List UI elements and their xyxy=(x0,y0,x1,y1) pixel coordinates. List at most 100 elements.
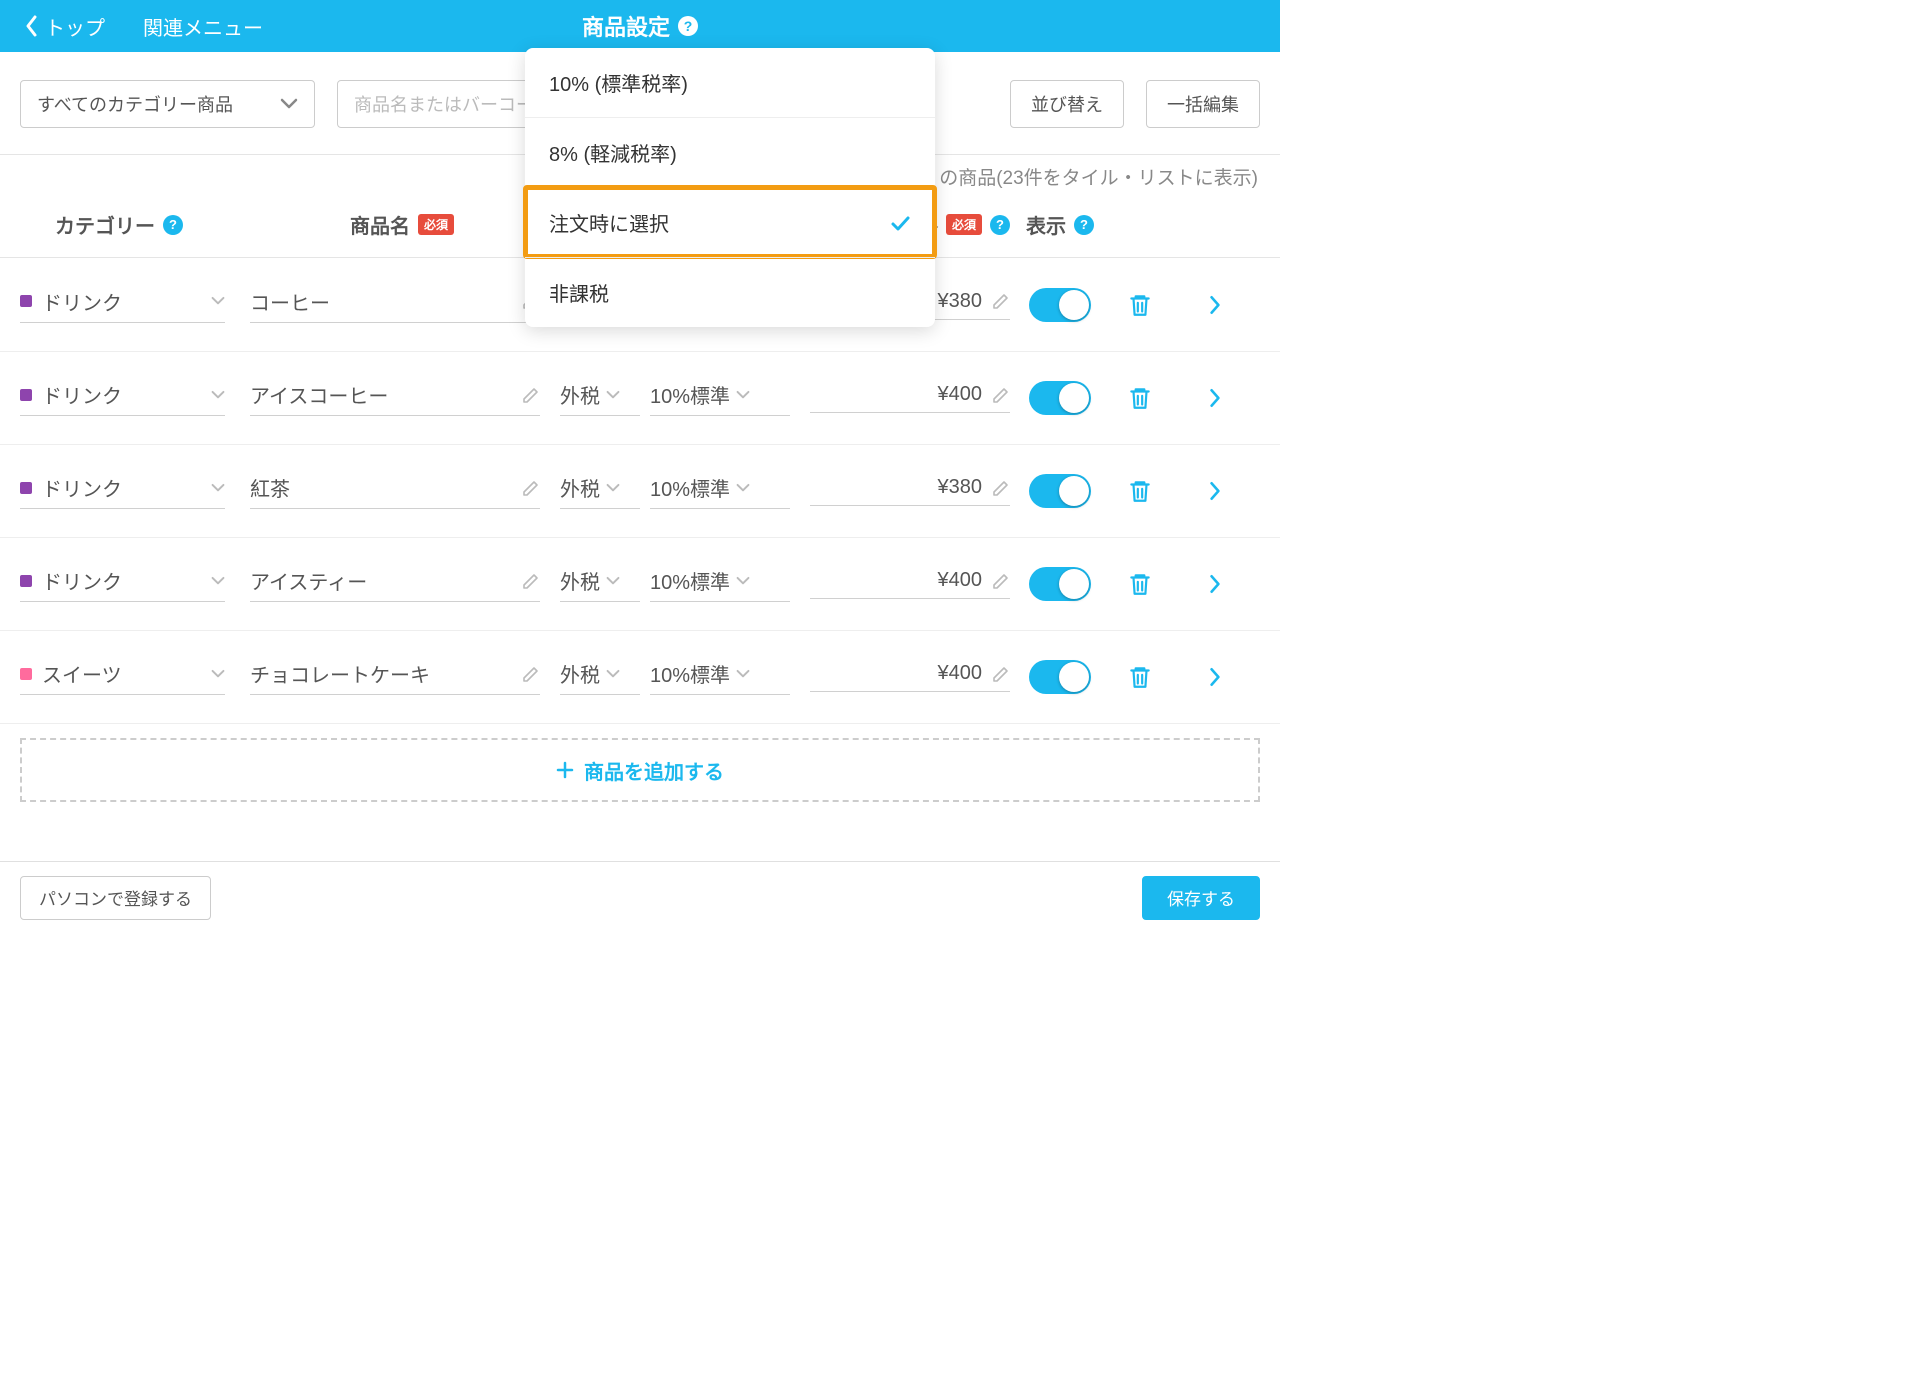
display-toggle[interactable] xyxy=(1029,474,1091,508)
option-label: 注文時に選択 xyxy=(549,208,669,237)
category-select[interactable]: ドリンク xyxy=(20,473,225,509)
price-input[interactable]: ¥400 xyxy=(810,383,1010,413)
delete-button[interactable] xyxy=(1100,571,1180,597)
chevron-down-icon xyxy=(736,483,750,493)
chevron-down-icon xyxy=(606,390,620,400)
delete-button[interactable] xyxy=(1100,292,1180,318)
bulk-edit-button[interactable]: 一括編集 xyxy=(1146,80,1260,128)
related-menu-button[interactable]: 関連メニュー xyxy=(143,12,263,41)
display-toggle[interactable] xyxy=(1029,381,1091,415)
required-badge: 必須 xyxy=(946,214,982,235)
tax-rate-select[interactable]: 10%標準 xyxy=(650,659,790,695)
chevron-left-icon xyxy=(25,15,39,37)
product-name-input[interactable]: 紅茶 xyxy=(250,473,540,509)
display-toggle[interactable] xyxy=(1029,288,1091,322)
save-button[interactable]: 保存する xyxy=(1142,876,1260,920)
add-product-label: 商品を追加する xyxy=(584,756,724,785)
category-filter-select[interactable]: すべてのカテゴリー商品 xyxy=(20,80,315,128)
chevron-down-icon xyxy=(606,576,620,586)
detail-button[interactable] xyxy=(1180,667,1250,687)
display-toggle[interactable] xyxy=(1029,660,1091,694)
category-select[interactable]: スイーツ xyxy=(20,659,225,695)
pencil-icon xyxy=(992,386,1010,404)
detail-button[interactable] xyxy=(1180,574,1250,594)
back-button[interactable]: トップ xyxy=(25,12,105,41)
price-input[interactable]: ¥400 xyxy=(810,569,1010,599)
tax-type-label: 外税 xyxy=(560,473,600,502)
chevron-down-icon xyxy=(736,390,750,400)
category-select[interactable]: ドリンク xyxy=(20,380,225,416)
option-label: 8% (軽減税率) xyxy=(549,138,677,167)
trash-icon xyxy=(1127,292,1153,318)
chevron-down-icon xyxy=(736,669,750,679)
chevron-down-icon xyxy=(280,98,298,110)
tax-rate-select[interactable]: 10%標準 xyxy=(650,380,790,416)
category-color-icon xyxy=(20,575,32,587)
tax-type-label: 外税 xyxy=(560,380,600,409)
product-name-text: アイスコーヒー xyxy=(250,380,388,409)
price-input[interactable]: ¥400 xyxy=(810,662,1010,692)
tax-type-select[interactable]: 外税 xyxy=(560,380,640,416)
detail-button[interactable] xyxy=(1180,388,1250,408)
product-rows: ドリンク コーヒー 外税 注文時に選択 ¥380 ドリンク アイスコーヒー xyxy=(0,258,1280,724)
product-name-input[interactable]: チョコレートケーキ xyxy=(250,659,540,695)
category-select[interactable]: ドリンク xyxy=(20,566,225,602)
category-color-icon xyxy=(20,295,32,307)
category-label: ドリンク xyxy=(42,287,122,316)
col-category: カテゴリー? xyxy=(20,210,250,239)
product-row: ドリンク アイスコーヒー 外税 10%標準 ¥400 xyxy=(0,352,1280,445)
pencil-icon xyxy=(522,665,540,683)
product-name-input[interactable]: コーヒー xyxy=(250,287,540,323)
product-name-text: 紅茶 xyxy=(250,473,290,502)
product-name-input[interactable]: アイスティー xyxy=(250,566,540,602)
help-icon[interactable]: ? xyxy=(163,215,183,235)
page-title: 商品設定 ? xyxy=(582,10,698,42)
delete-button[interactable] xyxy=(1100,664,1180,690)
product-name-input[interactable]: アイスコーヒー xyxy=(250,380,540,416)
tax-type-select[interactable]: 外税 xyxy=(560,566,640,602)
help-icon[interactable]: ? xyxy=(990,215,1010,235)
tax-rate-option[interactable]: 8% (軽減税率) xyxy=(525,117,935,187)
detail-button[interactable] xyxy=(1180,295,1250,315)
product-name-text: チョコレートケーキ xyxy=(250,659,430,688)
option-label: 非課税 xyxy=(549,278,609,307)
sort-button[interactable]: 並び替え xyxy=(1010,80,1124,128)
display-toggle[interactable] xyxy=(1029,567,1091,601)
pencil-icon xyxy=(992,665,1010,683)
price-input[interactable]: ¥380 xyxy=(810,476,1010,506)
tax-rate-select[interactable]: 10%標準 xyxy=(650,566,790,602)
category-select[interactable]: ドリンク xyxy=(20,287,225,323)
pencil-icon xyxy=(992,479,1010,497)
category-label: ドリンク xyxy=(42,566,122,595)
tax-rate-option[interactable]: 10% (標準税率) xyxy=(525,48,935,117)
trash-icon xyxy=(1127,478,1153,504)
tax-type-select[interactable]: 外税 xyxy=(560,659,640,695)
register-on-pc-button[interactable]: パソコンで登録する xyxy=(20,876,211,920)
tax-rate-select[interactable]: 10%標準 xyxy=(650,473,790,509)
chevron-down-icon xyxy=(736,576,750,586)
category-filter-label: すべてのカテゴリー商品 xyxy=(37,91,233,117)
help-icon[interactable]: ? xyxy=(1074,215,1094,235)
tax-type-label: 外税 xyxy=(560,659,600,688)
category-color-icon xyxy=(20,389,32,401)
pencil-icon xyxy=(522,479,540,497)
category-label: スイーツ xyxy=(42,659,122,688)
category-label: ドリンク xyxy=(42,380,122,409)
detail-button[interactable] xyxy=(1180,481,1250,501)
tax-type-select[interactable]: 外税 xyxy=(560,473,640,509)
delete-button[interactable] xyxy=(1100,385,1180,411)
chevron-right-icon xyxy=(1209,481,1221,501)
tax-rate-option[interactable]: 非課税 xyxy=(525,257,935,327)
product-name-text: コーヒー xyxy=(250,287,330,316)
chevron-right-icon xyxy=(1209,295,1221,315)
pencil-icon xyxy=(522,386,540,404)
tax-rate-dropdown[interactable]: 10% (標準税率) 8% (軽減税率) 注文時に選択非課税 xyxy=(525,48,935,327)
add-product-button[interactable]: 商品を追加する xyxy=(20,738,1260,802)
chevron-right-icon xyxy=(1209,574,1221,594)
delete-button[interactable] xyxy=(1100,478,1180,504)
tax-rate-option[interactable]: 注文時に選択 xyxy=(525,187,935,257)
category-label: ドリンク xyxy=(42,473,122,502)
help-icon[interactable]: ? xyxy=(678,16,698,36)
trash-icon xyxy=(1127,664,1153,690)
chevron-right-icon xyxy=(1209,667,1221,687)
